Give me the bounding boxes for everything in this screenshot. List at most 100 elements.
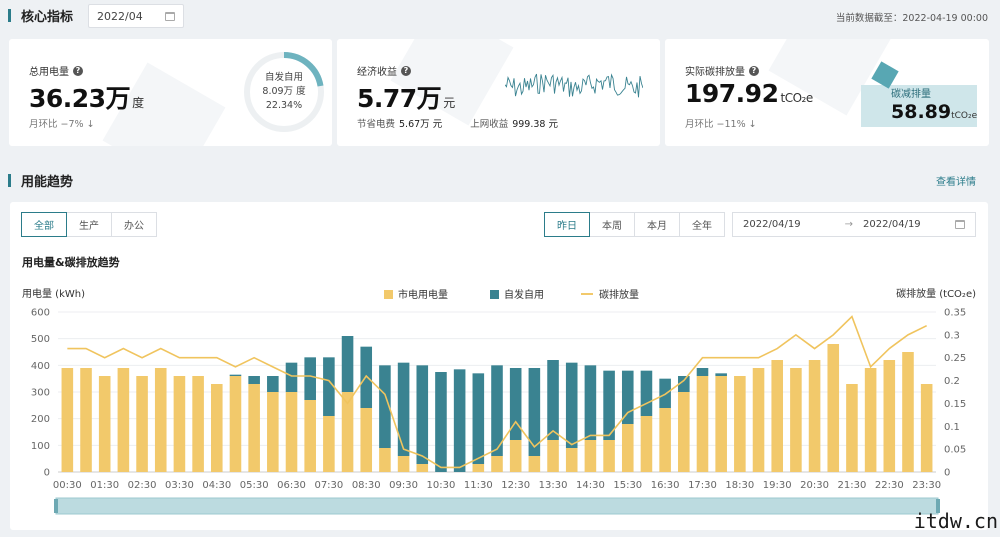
bar-grid[interactable] bbox=[192, 376, 204, 472]
bar-self[interactable] bbox=[472, 373, 485, 464]
grid-label: 上网收益 bbox=[470, 119, 509, 130]
x-tick-label: 21:30 bbox=[838, 480, 867, 491]
reduction-unit: tCO₂e bbox=[951, 111, 978, 121]
bar-grid[interactable] bbox=[883, 360, 896, 472]
bar-self[interactable] bbox=[453, 369, 466, 472]
bar-self[interactable] bbox=[267, 376, 279, 392]
bar-grid[interactable] bbox=[920, 384, 933, 472]
bar-grid[interactable] bbox=[509, 440, 522, 472]
core-metrics-header: 核心指标 bbox=[0, 0, 73, 30]
bar-grid[interactable] bbox=[827, 344, 840, 472]
legend-self[interactable]: 自发自用 bbox=[504, 288, 544, 301]
bar-grid[interactable] bbox=[565, 448, 578, 472]
x-tick-label: 13:30 bbox=[539, 480, 568, 491]
bar-grid[interactable] bbox=[416, 464, 429, 472]
bar-grid[interactable] bbox=[902, 352, 914, 472]
bar-grid[interactable] bbox=[80, 368, 92, 472]
bar-grid[interactable] bbox=[397, 456, 410, 472]
bar-self[interactable] bbox=[640, 370, 653, 416]
bar-grid[interactable] bbox=[808, 360, 821, 472]
bar-self[interactable] bbox=[248, 376, 260, 384]
total-power-value: 36.23万度 bbox=[29, 79, 144, 115]
bar-self[interactable] bbox=[304, 357, 316, 400]
bar-grid[interactable] bbox=[621, 424, 634, 472]
slider-handle-left[interactable] bbox=[54, 499, 58, 513]
y-tick-label: 400 bbox=[31, 361, 50, 372]
revenue-sparkline bbox=[505, 73, 643, 98]
month-picker[interactable]: 2022/04 bbox=[88, 4, 184, 28]
bar-grid[interactable] bbox=[379, 448, 391, 472]
bar-grid[interactable] bbox=[267, 392, 279, 472]
carbon-label: 实际碳排放量 bbox=[685, 67, 745, 78]
bar-grid[interactable] bbox=[173, 376, 186, 472]
bar-grid[interactable] bbox=[229, 376, 242, 472]
bar-grid[interactable] bbox=[360, 408, 373, 472]
month-value: 2022/04 bbox=[97, 9, 143, 23]
economy-label: 经济收益 bbox=[357, 67, 397, 78]
bar-self[interactable] bbox=[715, 373, 727, 376]
bar-grid[interactable] bbox=[846, 384, 858, 472]
bar-grid[interactable] bbox=[603, 440, 615, 472]
bar-self[interactable] bbox=[229, 374, 242, 376]
bar-self[interactable] bbox=[435, 372, 447, 472]
bar-grid[interactable] bbox=[547, 440, 559, 472]
bar-self[interactable] bbox=[341, 336, 354, 392]
legend: 市电用电量 自发自用 碳排放量 bbox=[384, 288, 639, 301]
section-accent-bar bbox=[8, 8, 11, 22]
slider-track[interactable] bbox=[55, 497, 939, 515]
bar-self[interactable] bbox=[509, 368, 522, 440]
bar-grid[interactable] bbox=[640, 416, 653, 472]
bar-self[interactable] bbox=[584, 365, 597, 440]
bar-grid[interactable] bbox=[715, 376, 727, 472]
bar-grid[interactable] bbox=[117, 368, 130, 472]
carbon-value: 197.92 tCO₂e bbox=[685, 79, 813, 108]
x-tick-label: 16:30 bbox=[651, 480, 680, 491]
bar-grid[interactable] bbox=[210, 384, 223, 472]
donut-center-text: 自发自用 8.09万 度 22.34% bbox=[241, 71, 327, 113]
bar-self[interactable] bbox=[565, 362, 578, 448]
bar-self[interactable] bbox=[416, 365, 429, 464]
bar-self[interactable] bbox=[547, 360, 559, 440]
reduction-value: 58.89tCO₂e bbox=[891, 101, 977, 123]
legend-grid[interactable]: 市电用电量 bbox=[398, 288, 448, 301]
bar-grid[interactable] bbox=[678, 392, 690, 472]
x-tick-label: 19:30 bbox=[763, 480, 792, 491]
bar-grid[interactable] bbox=[864, 368, 877, 472]
grid-value: 999.38 元 bbox=[512, 119, 558, 130]
bar-grid[interactable] bbox=[491, 456, 503, 472]
bar-grid[interactable] bbox=[734, 376, 746, 472]
bar-grid[interactable] bbox=[584, 440, 597, 472]
bar-grid[interactable] bbox=[528, 456, 541, 472]
view-details-link[interactable]: 查看详情 bbox=[936, 173, 976, 188]
donut-percent: 22.34% bbox=[265, 100, 303, 111]
bar-grid[interactable] bbox=[136, 376, 148, 472]
bar-self[interactable] bbox=[397, 362, 410, 456]
y-axis-label: 用电量 (kWh) bbox=[22, 287, 85, 300]
bar-grid[interactable] bbox=[98, 376, 111, 472]
x-tick-label: 04:30 bbox=[202, 480, 231, 491]
zoom-slider[interactable] bbox=[54, 497, 940, 515]
bar-grid[interactable] bbox=[771, 360, 784, 472]
legend-carbon[interactable]: 碳排放量 bbox=[599, 288, 639, 301]
total-power-label: 总用电量 bbox=[29, 67, 69, 78]
bar-grid[interactable] bbox=[285, 392, 298, 472]
bar-grid[interactable] bbox=[323, 416, 335, 472]
help-icon[interactable]: ? bbox=[73, 65, 83, 76]
bar-grid[interactable] bbox=[248, 384, 260, 472]
help-icon[interactable]: ? bbox=[749, 65, 759, 76]
bar-grid[interactable] bbox=[696, 376, 709, 472]
bar-grid[interactable] bbox=[154, 368, 167, 472]
bar-grid[interactable] bbox=[61, 368, 74, 472]
help-icon[interactable]: ? bbox=[401, 65, 411, 76]
bar-grid[interactable] bbox=[790, 368, 802, 472]
bar-self[interactable] bbox=[285, 362, 298, 392]
period-yesterday[interactable]: 昨日 bbox=[544, 212, 590, 237]
bar-grid[interactable] bbox=[472, 464, 485, 472]
legend-swatch-self bbox=[490, 290, 499, 299]
bar-grid[interactable] bbox=[659, 408, 671, 472]
bar-self[interactable] bbox=[696, 368, 709, 376]
bar-grid[interactable] bbox=[752, 368, 765, 472]
bar-self[interactable] bbox=[621, 370, 634, 424]
bar-grid[interactable] bbox=[304, 400, 316, 472]
filter-all[interactable]: 全部 bbox=[21, 212, 67, 237]
